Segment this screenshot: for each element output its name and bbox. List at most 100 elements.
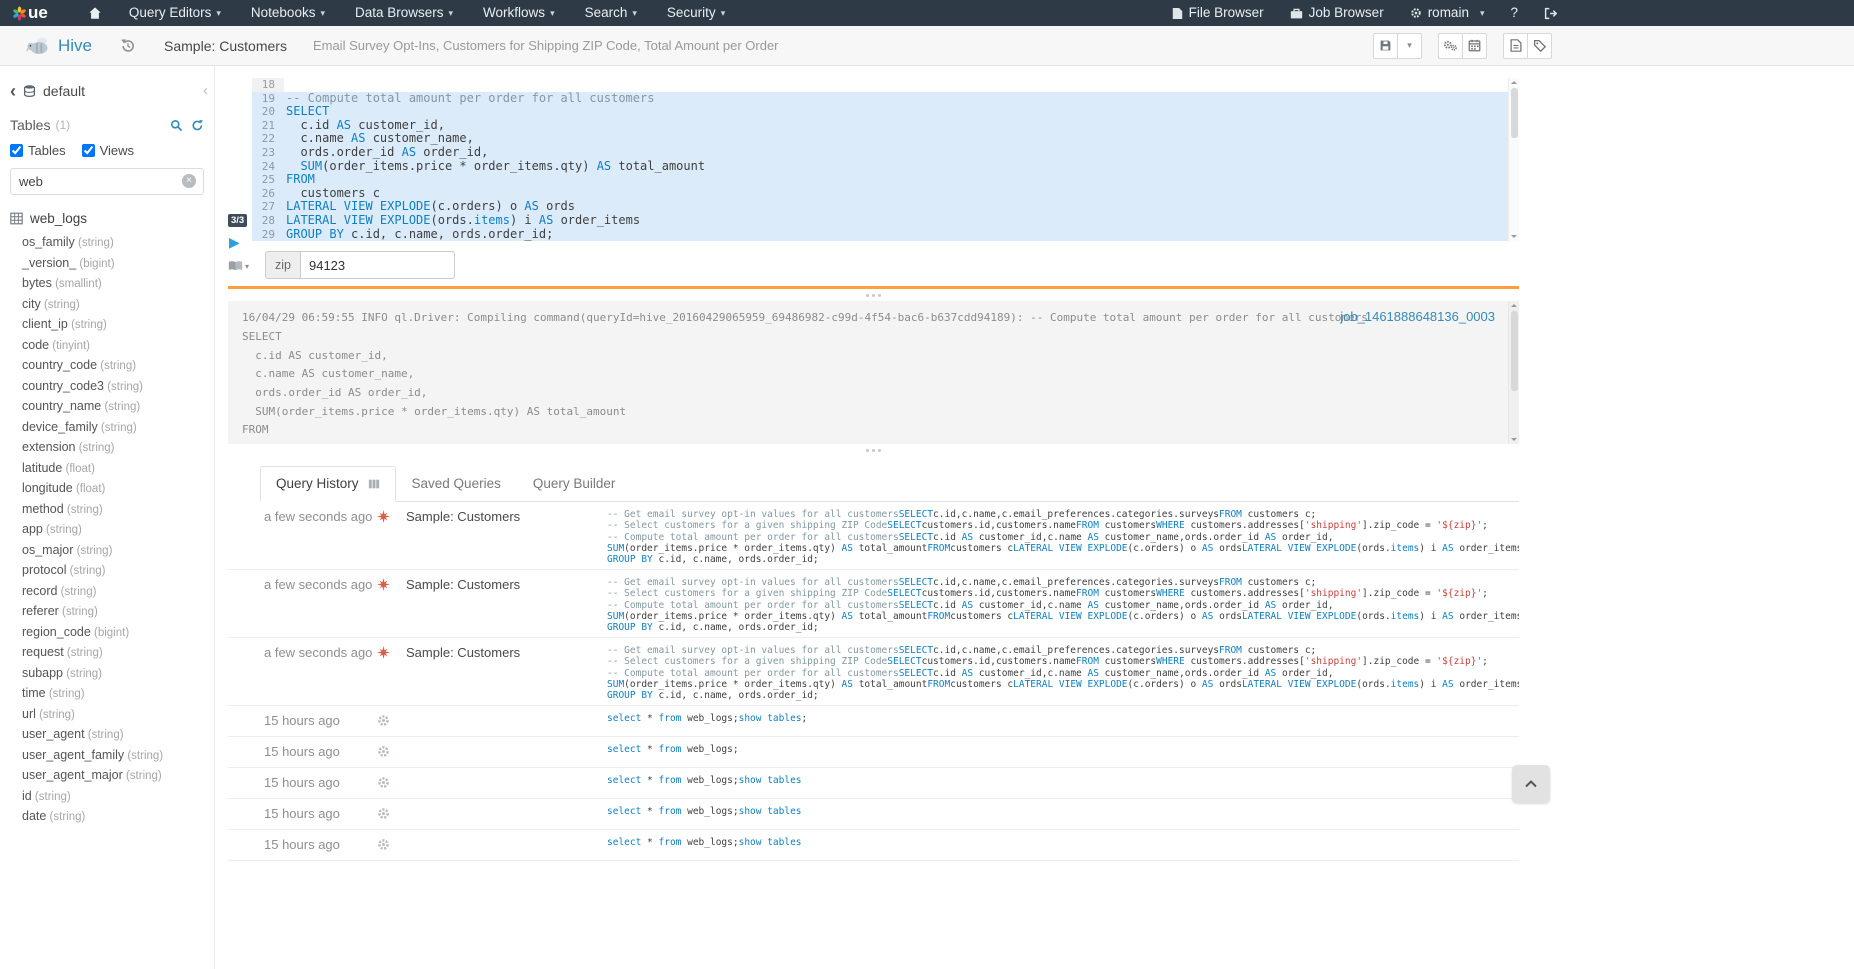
new-query-icon[interactable] xyxy=(1503,33,1528,59)
history-row[interactable]: a few seconds ago Sample: Customers-- Ge… xyxy=(228,570,1519,638)
editor-line[interactable]: 27LATERAL VIEW EXPLODE(c.orders) o AS or… xyxy=(252,200,1519,214)
editor-line[interactable]: 25FROM xyxy=(252,173,1519,187)
column-item[interactable]: request (string) xyxy=(10,643,204,664)
schedule-icon[interactable] xyxy=(1462,33,1487,59)
sql-token: 'shipping' xyxy=(1305,656,1362,667)
query-settings-icon[interactable] xyxy=(1438,33,1463,59)
column-item[interactable]: client_ip (string) xyxy=(10,315,204,336)
nav-menu-notebooks[interactable]: Notebooks▾ xyxy=(236,0,340,26)
column-item[interactable]: device_family (string) xyxy=(10,418,204,439)
help-icon[interactable]: ? xyxy=(1497,0,1531,26)
tables-checkbox[interactable] xyxy=(10,144,23,157)
column-item[interactable]: method (string) xyxy=(10,500,204,521)
editor-line[interactable]: 22 c.name AS customer_name, xyxy=(252,132,1519,146)
history-row[interactable]: 15 hours ago select * from web_logs;show… xyxy=(228,706,1519,737)
column-item[interactable]: user_agent_family (string) xyxy=(10,746,204,767)
column-item[interactable]: record (string) xyxy=(10,582,204,603)
column-item[interactable]: country_code3 (string) xyxy=(10,377,204,398)
editor-line[interactable]: 29GROUP BY c.id, c.name, ords.order_id; xyxy=(252,228,1519,242)
resize-handle[interactable] xyxy=(228,289,1519,301)
home-icon[interactable] xyxy=(88,6,102,20)
column-item[interactable]: subapp (string) xyxy=(10,664,204,685)
column-item[interactable]: user_agent (string) xyxy=(10,725,204,746)
column-item[interactable]: _version_ (bigint) xyxy=(10,254,204,275)
column-item[interactable]: longitude (float) xyxy=(10,479,204,500)
filter-tables[interactable]: Tables xyxy=(10,143,66,158)
history-row[interactable]: 15 hours ago select * from web_logs; xyxy=(228,737,1519,768)
execute-button[interactable]: ▶ xyxy=(229,235,240,249)
editor-line[interactable]: 21 c.id AS customer_id, xyxy=(252,119,1519,133)
tab-query-history[interactable]: Query History xyxy=(260,466,396,502)
column-item[interactable]: user_agent_major (string) xyxy=(10,766,204,787)
history-columns-icon[interactable] xyxy=(368,478,380,490)
column-item[interactable]: id (string) xyxy=(10,787,204,808)
column-item[interactable]: region_code (bigint) xyxy=(10,623,204,644)
save-dropdown-icon[interactable]: ▾ xyxy=(1397,33,1422,59)
column-item[interactable]: latitude (float) xyxy=(10,459,204,480)
database-name[interactable]: default xyxy=(43,83,85,99)
log-scrollbar[interactable] xyxy=(1508,301,1519,444)
history-row[interactable]: 15 hours ago select * from web_logs;show… xyxy=(228,830,1519,861)
column-item[interactable]: referer (string) xyxy=(10,602,204,623)
editor-line[interactable]: 20SELECT xyxy=(252,105,1519,119)
editor-line[interactable]: 19-- Compute total amount per order for … xyxy=(252,92,1519,106)
history-row[interactable]: a few seconds ago Sample: Customers-- Ge… xyxy=(228,638,1519,706)
column-item[interactable]: time (string) xyxy=(10,684,204,705)
table-item[interactable]: web_logs xyxy=(10,211,204,226)
tags-icon[interactable] xyxy=(1527,33,1552,59)
history-row[interactable]: a few seconds ago Sample: Customers-- Ge… xyxy=(228,502,1519,570)
views-checkbox[interactable] xyxy=(82,144,95,157)
save-button[interactable] xyxy=(1373,33,1398,59)
column-item[interactable]: country_name (string) xyxy=(10,397,204,418)
editor-line[interactable]: 18 xyxy=(252,78,1519,92)
filter-views[interactable]: Views xyxy=(82,143,134,158)
nav-menu-workflows[interactable]: Workflows▾ xyxy=(468,0,570,26)
editor-line[interactable]: 28LATERAL VIEW EXPLODE(ords.items) i AS … xyxy=(252,214,1519,228)
tab-query-builder[interactable]: Query Builder xyxy=(517,466,632,502)
file-browser-link[interactable]: File Browser xyxy=(1159,0,1277,26)
job-browser-link[interactable]: Job Browser xyxy=(1277,0,1397,26)
history-row[interactable]: 15 hours ago select * from web_logs;show… xyxy=(228,768,1519,799)
clear-search-icon[interactable]: × xyxy=(182,174,196,188)
editor-scrollbar[interactable] xyxy=(1508,78,1519,241)
column-item[interactable]: country_code (string) xyxy=(10,356,204,377)
hue-logo[interactable]: ue xyxy=(12,3,48,23)
tab-saved-queries[interactable]: Saved Queries xyxy=(396,466,517,502)
column-item[interactable]: code (tinyint) xyxy=(10,336,204,357)
history-row[interactable]: 15 hours ago select * from web_logs;show… xyxy=(228,799,1519,830)
user-menu[interactable]: romain ▾ xyxy=(1397,0,1498,26)
back-icon[interactable]: ‹ xyxy=(10,82,16,100)
app-title[interactable]: Hive xyxy=(58,36,92,56)
editor-line[interactable]: 26 customers c xyxy=(252,187,1519,201)
column-item[interactable]: bytes (smallint) xyxy=(10,274,204,295)
nav-menu-search[interactable]: Search▾ xyxy=(570,0,652,26)
nav-menu-data-browsers[interactable]: Data Browsers▾ xyxy=(340,0,468,26)
logout-icon[interactable] xyxy=(1531,7,1570,20)
column-item[interactable]: extension (string) xyxy=(10,438,204,459)
hue-brand-text: ue xyxy=(28,3,48,23)
search-icon[interactable] xyxy=(170,119,183,132)
variable-input[interactable] xyxy=(300,251,455,279)
editor-options-icon[interactable]: ▾ xyxy=(228,260,249,272)
code-editor[interactable]: 1819-- Compute total amount per order fo… xyxy=(252,78,1519,241)
query-description[interactable]: Email Survey Opt-Ins, Customers for Ship… xyxy=(313,38,779,53)
nav-menu-query-editors[interactable]: Query Editors▾ xyxy=(114,0,236,26)
column-item[interactable]: city (string) xyxy=(10,295,204,316)
resize-handle-2[interactable] xyxy=(228,444,1519,456)
refresh-icon[interactable] xyxy=(191,119,204,132)
editor-line[interactable]: 23 ords.order_id AS order_id, xyxy=(252,146,1519,160)
scroll-to-top-button[interactable] xyxy=(1512,765,1550,803)
column-item[interactable]: protocol (string) xyxy=(10,561,204,582)
table-search-input[interactable] xyxy=(10,168,204,195)
column-item[interactable]: date (string) xyxy=(10,807,204,828)
column-item[interactable]: os_family (string) xyxy=(10,233,204,254)
column-item[interactable]: app (string) xyxy=(10,520,204,541)
column-item[interactable]: url (string) xyxy=(10,705,204,726)
collapse-assist-icon[interactable]: ‹ xyxy=(203,82,208,99)
query-name[interactable]: Sample: Customers xyxy=(164,38,287,54)
query-history-icon[interactable] xyxy=(120,38,136,54)
column-item[interactable]: os_major (string) xyxy=(10,541,204,562)
job-link[interactable]: job_1461888648136_0003 xyxy=(1340,308,1495,327)
editor-line[interactable]: 24 SUM(order_items.price * order_items.q… xyxy=(252,160,1519,174)
nav-menu-security[interactable]: Security▾ xyxy=(652,0,740,26)
